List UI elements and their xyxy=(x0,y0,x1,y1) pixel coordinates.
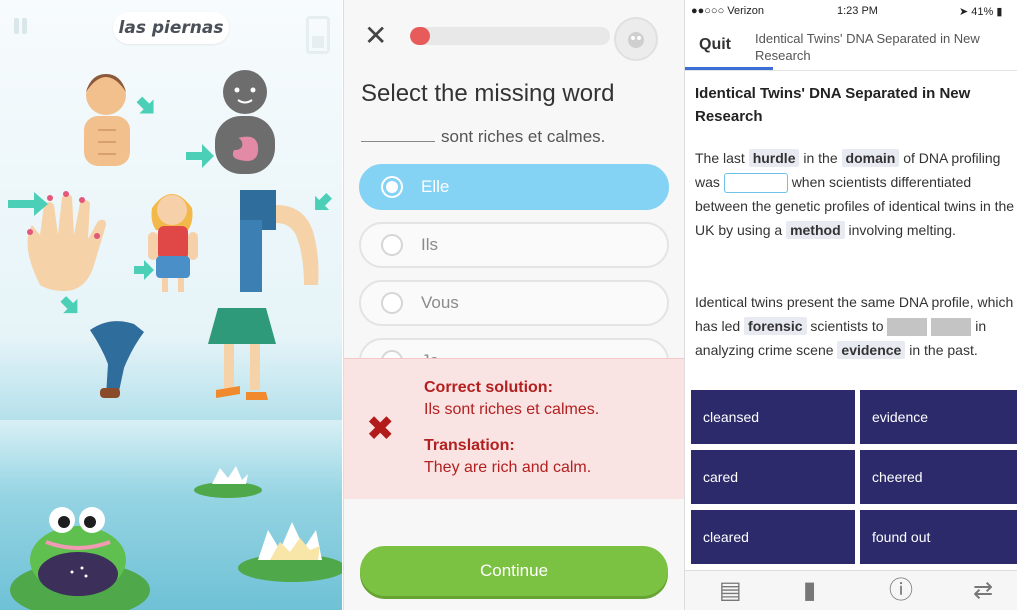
choice-button[interactable]: evidence xyxy=(860,390,1017,444)
quit-underline xyxy=(685,67,773,70)
keyword[interactable]: hurdle xyxy=(748,149,800,167)
tab-bar: ▤ ▮ ⓘ ⇄ xyxy=(685,570,1017,610)
frog[interactable] xyxy=(10,507,150,610)
owl-icon xyxy=(614,17,658,61)
arrow-icon xyxy=(60,296,78,314)
answer-blank[interactable] xyxy=(887,318,928,337)
correct-solution-text: Ils sont riches et calmes. xyxy=(424,401,600,418)
torso-figure[interactable] xyxy=(84,74,130,166)
quiz-panel: ✕ Select the missing word sont riches et… xyxy=(343,0,684,610)
arrow-icon xyxy=(315,192,333,210)
text: in the xyxy=(803,150,838,166)
body-parts-illustration xyxy=(8,70,342,610)
translation-label: Translation: xyxy=(424,437,515,454)
question-sentence: sont riches et calmes. xyxy=(361,127,605,147)
radio-button[interactable] xyxy=(381,176,403,198)
option-vous[interactable]: Vous xyxy=(359,280,669,326)
sentence-text: sont riches et calmes. xyxy=(441,127,606,146)
document-icon[interactable]: ▤ xyxy=(719,577,742,605)
game-panel: las piernas xyxy=(0,0,342,610)
arm-figure[interactable] xyxy=(240,190,319,292)
arrow-icon xyxy=(186,144,214,168)
option-label: Vous xyxy=(421,293,459,312)
answer-blank[interactable] xyxy=(723,173,788,194)
clock: 1:23 PM xyxy=(837,5,878,17)
text: involving melting. xyxy=(848,222,956,238)
text: in the past. xyxy=(909,342,978,358)
choice-button[interactable]: cleared xyxy=(691,510,855,564)
carrier: ●●○○○ Verizon xyxy=(691,5,764,17)
choice-button[interactable]: cared xyxy=(691,450,855,504)
keyword[interactable]: method xyxy=(786,221,845,239)
girl-figure[interactable] xyxy=(148,194,198,292)
paragraph-2: Identical twins present the same DNA pro… xyxy=(695,290,1015,362)
water-lily xyxy=(194,466,342,582)
option-label: Elle xyxy=(421,177,450,196)
answer-blank[interactable] xyxy=(931,318,972,337)
reader-panel: ●●○○○ Verizon 1:23 PM ➤ 41% ▮ Quit Ident… xyxy=(684,0,1017,610)
skirt-legs-figure[interactable] xyxy=(208,308,276,400)
nav-title: Identical Twins' DNA Separated in New Re… xyxy=(755,31,980,63)
keyword[interactable]: evidence xyxy=(837,341,906,359)
question-heading: Select the missing word xyxy=(361,80,615,107)
incorrect-icon: ✖ xyxy=(366,409,395,449)
article-title: Identical Twins' DNA Separated in New Re… xyxy=(695,85,971,125)
option-label: Ils xyxy=(421,235,438,254)
choice-button[interactable]: cheered xyxy=(860,450,1017,504)
answer-blank xyxy=(361,141,435,142)
progress-fill xyxy=(410,27,430,45)
choice-button[interactable]: found out xyxy=(860,510,1017,564)
option-ils[interactable]: Ils xyxy=(359,222,669,268)
choice-button[interactable]: cleansed xyxy=(691,390,855,444)
arrow-icon xyxy=(134,260,154,280)
continue-button[interactable]: Continue xyxy=(360,546,668,596)
quit-button[interactable]: Quit xyxy=(699,36,731,54)
correct-solution-label: Correct solution: xyxy=(424,379,553,396)
feedback-panel: ✖ Correct solution: Ils sont riches et c… xyxy=(344,358,684,499)
paragraph-1: The last hurdle in the domain of DNA pro… xyxy=(695,146,1015,242)
keyword[interactable]: forensic xyxy=(744,317,807,335)
swap-icon[interactable]: ⇄ xyxy=(973,577,993,605)
close-icon[interactable]: ✕ xyxy=(364,22,387,50)
text: scientists to xyxy=(810,318,884,334)
legs-figure[interactable] xyxy=(90,321,144,398)
battery: ➤ 41% ▮ xyxy=(959,6,1003,18)
stomach-figure[interactable] xyxy=(215,70,275,174)
nav-bar: Quit Identical Twins' DNA Separated in N… xyxy=(685,22,1017,71)
text: The last xyxy=(695,150,745,166)
keyword[interactable]: domain xyxy=(841,149,900,167)
arrow-icon xyxy=(136,96,154,114)
translation-text: They are rich and calm. xyxy=(424,459,592,476)
info-icon[interactable]: ⓘ xyxy=(889,577,913,605)
arrow-icon xyxy=(8,192,48,216)
radio-button[interactable] xyxy=(381,292,403,314)
option-elle[interactable]: Elle xyxy=(359,164,669,210)
status-bar: ●●○○○ Verizon 1:23 PM ➤ 41% ▮ xyxy=(685,0,1017,22)
book-icon[interactable]: ▮ xyxy=(803,577,816,605)
lesson-progress-bar xyxy=(410,27,610,45)
radio-button[interactable] xyxy=(381,234,403,256)
battery-level: 41% xyxy=(971,6,994,18)
